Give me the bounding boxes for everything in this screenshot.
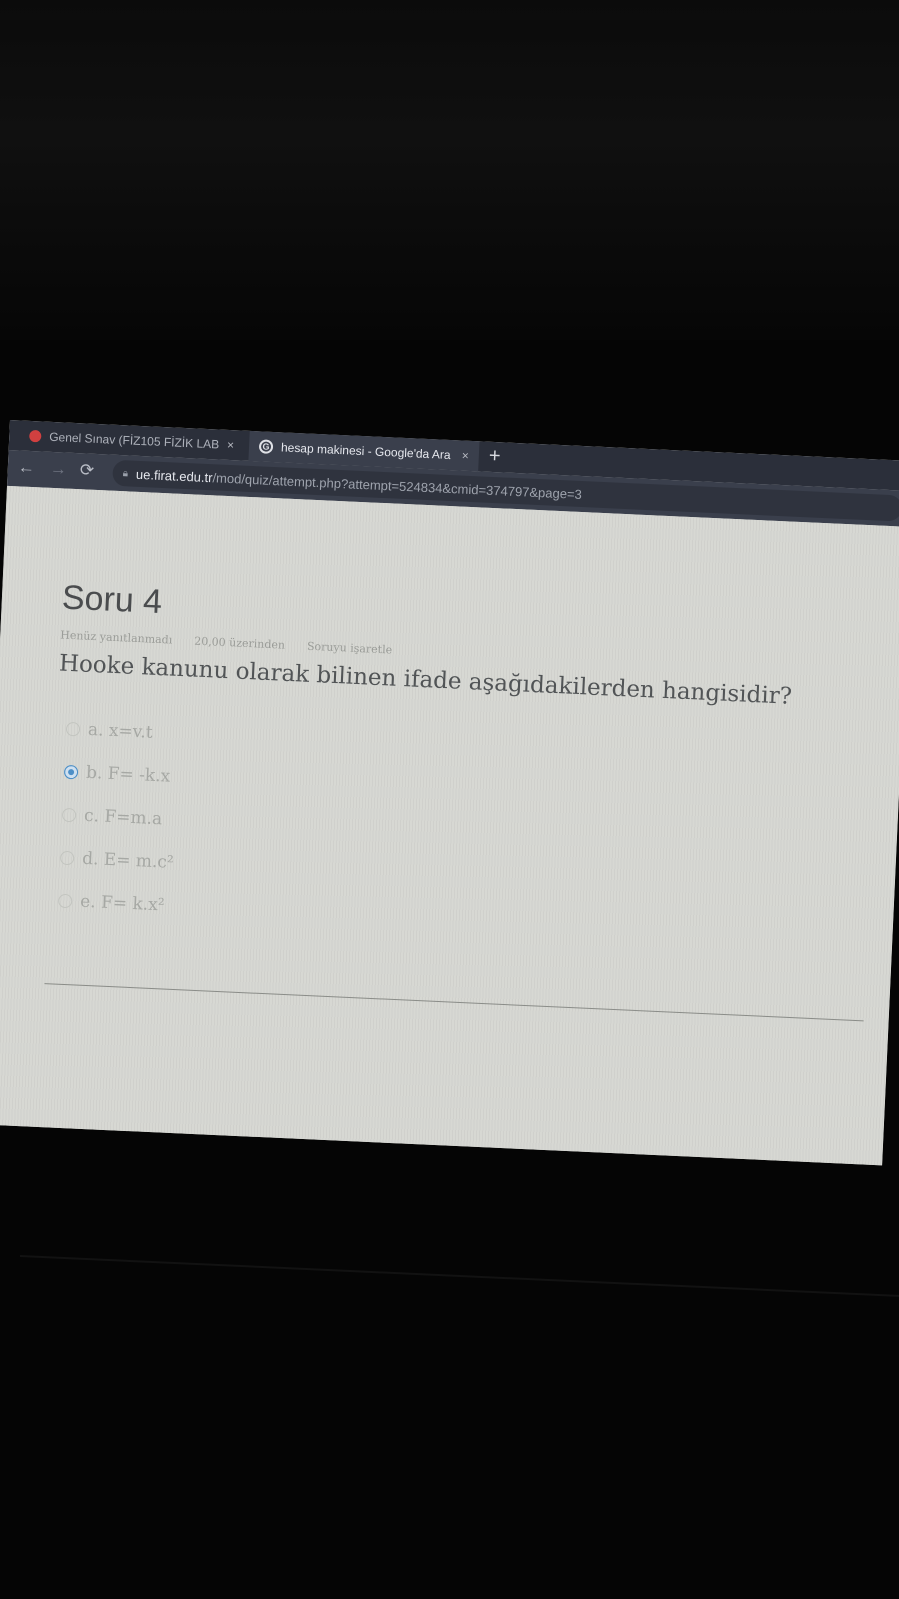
monitor-screen: Genel Sınav (FİZ105 FİZİK LABO × G hesap…: [0, 420, 899, 1166]
forward-arrow-icon[interactable]: →: [49, 459, 67, 480]
divider: [44, 983, 864, 1022]
close-icon[interactable]: ×: [462, 449, 470, 463]
radio-button[interactable]: [65, 721, 81, 736]
radio-button[interactable]: [57, 893, 73, 908]
reload-icon[interactable]: ⟳: [79, 460, 94, 481]
answer-label: b. F= -k.x: [85, 762, 171, 787]
question-text: Hooke kanunu olarak bilinen ifade aşağıd…: [58, 650, 793, 710]
radio-button-selected[interactable]: [63, 764, 79, 779]
close-icon[interactable]: ×: [227, 438, 235, 452]
question-title: Soru 4: [61, 578, 163, 622]
question-points: 20,00 üzerinden: [193, 634, 286, 652]
answer-option[interactable]: b. F= -k.x: [63, 750, 178, 798]
answer-label: e. F= k.x²: [79, 891, 166, 916]
url-path: /mod/quiz/attempt.php?attempt=524834&cmi…: [212, 469, 583, 502]
url-host: ue.firat.edu.tr: [135, 466, 213, 485]
radio-button[interactable]: [59, 850, 75, 865]
answer-label: a. x=v.t: [87, 719, 154, 743]
answer-label: c. F=m.a: [83, 805, 163, 829]
timer-label: Kalan süre: [0, 1147, 81, 1166]
answer-option[interactable]: c. F=m.a: [61, 793, 176, 841]
flag-question-link[interactable]: Soruyu işaretle: [307, 640, 393, 657]
answer-label: d. E= m.c²: [81, 848, 175, 873]
quiz-page: Soru 4 Henüz yanıtlanmadı 20,00 üzerinde…: [0, 485, 899, 1166]
laptop-bezel-edge: [19, 1255, 899, 1297]
new-tab-button[interactable]: +: [488, 445, 501, 469]
tab-search-title: hesap makinesi - Google'da Ara: [280, 440, 451, 463]
lock-icon: 🔒︎: [122, 467, 129, 479]
answer-list: a. x=v.t b. F= -k.x c. F=m.a d. E= m.c² …: [57, 707, 180, 927]
back-arrow-icon[interactable]: ←: [17, 457, 35, 478]
answer-option[interactable]: a. x=v.t: [65, 707, 180, 755]
answer-option[interactable]: e. F= k.x²: [57, 879, 172, 927]
photo-background: [0, 0, 899, 340]
site-favicon-icon: [29, 429, 42, 443]
radio-button[interactable]: [61, 807, 77, 822]
timer-value: 1:11:11: [85, 1151, 143, 1166]
google-icon: G: [258, 439, 274, 454]
tab-quiz-title: Genel Sınav (FİZ105 FİZİK LABO: [48, 429, 220, 452]
question-status: Henüz yanıtlanmadı: [60, 628, 173, 647]
time-remaining: Kalan süre 1:11:11: [0, 1141, 168, 1166]
answer-option[interactable]: d. E= m.c²: [59, 836, 174, 884]
